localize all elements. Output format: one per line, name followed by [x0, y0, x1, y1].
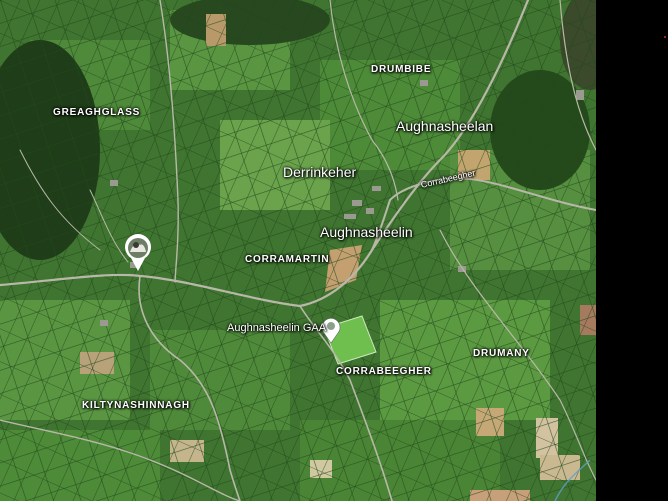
- indicator-dot: [664, 36, 666, 38]
- satellite-map[interactable]: DRUMBIBE GREAGHGLASS Aughnasheelan Derri…: [0, 0, 596, 501]
- satellite-imagery: [0, 0, 596, 501]
- black-side-bar: [596, 0, 668, 501]
